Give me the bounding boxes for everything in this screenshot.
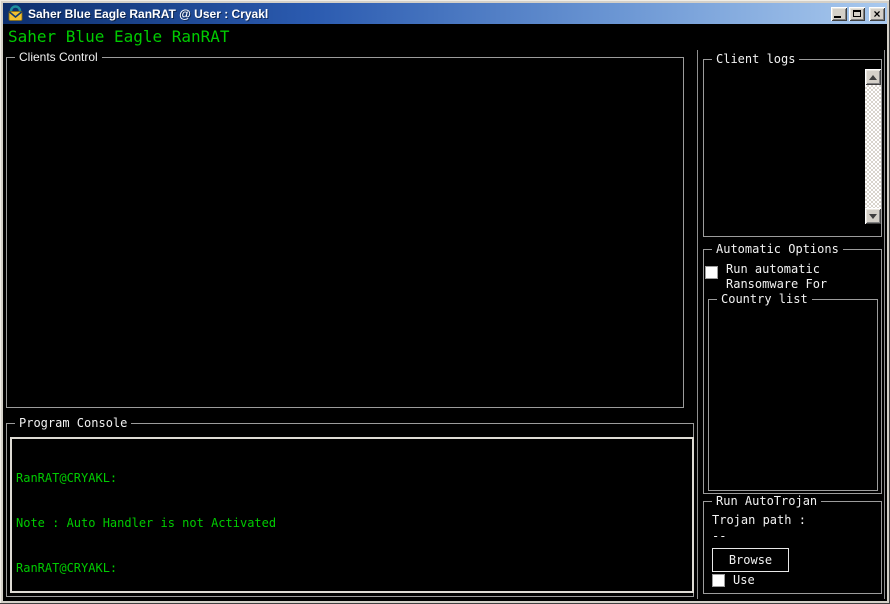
close-icon: × — [873, 9, 880, 19]
console-line: Note : Auto Handler is not Activated — [16, 516, 688, 531]
window-title: Saher Blue Eagle RanRAT @ User : Cryakl — [28, 7, 268, 21]
run-automatic-label-line1: Run automatic — [726, 262, 820, 277]
trojan-path-label: Trojan path : — [712, 513, 806, 528]
use-checkbox[interactable] — [712, 574, 725, 587]
app-heading: Saher Blue Eagle RanRAT — [8, 27, 230, 46]
automatic-options-label: Automatic Options — [712, 242, 843, 256]
clients-control-group[interactable]: Clients Control — [6, 57, 684, 408]
program-console-label: Program Console — [15, 416, 131, 430]
minimize-icon — [834, 16, 841, 18]
run-automatic-label-line2: Ransomware For — [726, 277, 827, 292]
client-logs-scrollbar[interactable] — [865, 69, 881, 224]
console-output[interactable]: RanRAT@CRYAKL: Note : Auto Handler is no… — [10, 437, 694, 593]
scroll-down-arrow-icon — [869, 214, 877, 219]
maximize-icon — [853, 10, 861, 17]
country-list-label: Country list — [717, 292, 812, 306]
minimize-button[interactable] — [831, 7, 847, 21]
padlock-mail-icon — [7, 5, 24, 22]
console-line: RanRAT@CRYAKL: — [16, 471, 688, 486]
console-line: RanRAT@CRYAKL: — [16, 561, 688, 576]
maximize-button[interactable] — [849, 7, 865, 21]
scrollbar-track[interactable] — [865, 85, 881, 208]
run-autotrojan-label: Run AutoTrojan — [712, 494, 821, 508]
title-bar[interactable]: Saher Blue Eagle RanRAT @ User : Cryakl … — [3, 3, 887, 24]
close-button[interactable]: × — [869, 7, 885, 21]
app-window: Saher Blue Eagle RanRAT @ User : Cryakl … — [0, 0, 890, 604]
scroll-down-button[interactable] — [865, 208, 881, 224]
country-list-group[interactable]: Country list — [708, 299, 878, 491]
scroll-up-arrow-icon — [869, 75, 877, 80]
use-checkbox-label: Use — [733, 573, 755, 588]
clients-control-label: Clients Control — [15, 50, 102, 64]
browse-button[interactable]: Browse — [712, 548, 789, 572]
window-controls: × — [831, 7, 885, 21]
trojan-path-value: -- — [712, 529, 726, 544]
scroll-up-button[interactable] — [865, 69, 881, 85]
client-logs-label: Client logs — [712, 52, 799, 66]
client-logs-group: Client logs — [703, 59, 882, 237]
run-automatic-checkbox[interactable] — [705, 266, 718, 279]
